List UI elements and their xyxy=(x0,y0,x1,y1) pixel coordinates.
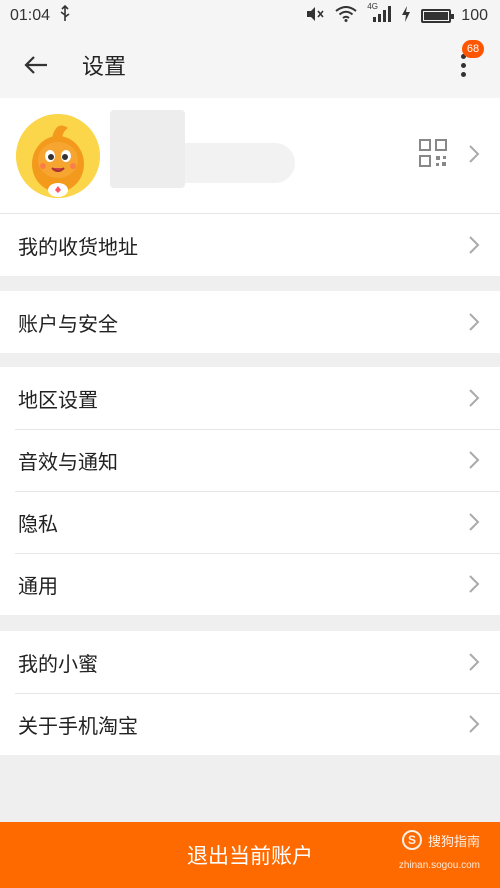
chevron-right-icon xyxy=(469,575,480,593)
battery-level: 100 xyxy=(461,7,488,24)
chevron-right-icon xyxy=(469,513,480,531)
chevron-right-icon xyxy=(469,389,480,407)
chevron-right-icon xyxy=(469,653,480,671)
chevron-right-icon xyxy=(469,715,480,733)
charging-icon xyxy=(401,5,411,27)
page-title: 设置 xyxy=(82,55,127,80)
settings-item-label: 地区设置 xyxy=(18,387,98,412)
status-time: 01:04 xyxy=(10,7,51,24)
sogou-logo-icon: S xyxy=(401,830,422,850)
settings-item-region[interactable]: 地区设置 xyxy=(0,367,500,429)
qr-code-icon[interactable] xyxy=(418,138,448,168)
watermark-url: zhinan.sogou.com xyxy=(398,860,480,871)
arrow-left-icon xyxy=(24,56,47,74)
profile-card[interactable] xyxy=(0,98,500,214)
chevron-right-icon xyxy=(469,313,480,331)
settings-item-label: 关于手机淘宝 xyxy=(18,713,138,738)
settings-item-label: 通用 xyxy=(18,573,58,598)
settings-item-label: 我的小蜜 xyxy=(18,651,98,676)
chevron-right-icon xyxy=(469,451,480,469)
usb-icon xyxy=(58,4,72,28)
signal-icon: 4G xyxy=(367,2,392,27)
settings-item-account-security[interactable]: 账户与安全 xyxy=(0,291,500,353)
watermark-text: 搜狗指南 xyxy=(427,834,480,850)
settings-group-about: 我的小蜜 关于手机淘宝 xyxy=(0,631,500,755)
wifi-icon xyxy=(335,5,357,27)
settings-item-sound-notification[interactable]: 音效与通知 xyxy=(0,429,500,491)
settings-item-privacy[interactable]: 隐私 xyxy=(0,491,500,553)
back-button[interactable] xyxy=(0,32,72,98)
notification-badge: 68 xyxy=(462,40,484,58)
chevron-right-icon xyxy=(469,236,480,254)
settings-group-general: 地区设置 音效与通知 隐私 通用 xyxy=(0,367,500,615)
settings-item-address[interactable]: 我的收货地址 xyxy=(0,214,500,276)
settings-item-about[interactable]: 关于手机淘宝 xyxy=(0,693,500,755)
settings-item-label: 隐私 xyxy=(18,511,58,536)
blurred-nickname xyxy=(145,143,295,183)
settings-group-account: 账户与安全 xyxy=(0,291,500,353)
settings-item-assistant[interactable]: 我的小蜜 xyxy=(0,631,500,693)
settings-item-label: 我的收货地址 xyxy=(18,234,138,259)
title-bar: 设置 68 xyxy=(0,32,500,98)
status-bar: 01:04 4G 100 xyxy=(0,0,500,32)
settings-item-label: 音效与通知 xyxy=(18,449,118,474)
mute-icon xyxy=(305,6,325,27)
settings-item-label: 账户与安全 xyxy=(18,311,118,336)
watermark: S 搜狗指南 xyxy=(401,830,480,850)
avatar[interactable] xyxy=(16,114,100,198)
logout-button[interactable]: 退出当前账户 S 搜狗指南 zhinan.sogou.com xyxy=(0,822,500,888)
settings-item-general[interactable]: 通用 xyxy=(0,553,500,615)
chevron-right-icon xyxy=(469,145,480,163)
logout-label: 退出当前账户 xyxy=(187,844,313,868)
battery-icon xyxy=(421,9,455,23)
network-type: 4G xyxy=(367,1,378,11)
settings-group-address: 我的收货地址 xyxy=(0,214,500,276)
